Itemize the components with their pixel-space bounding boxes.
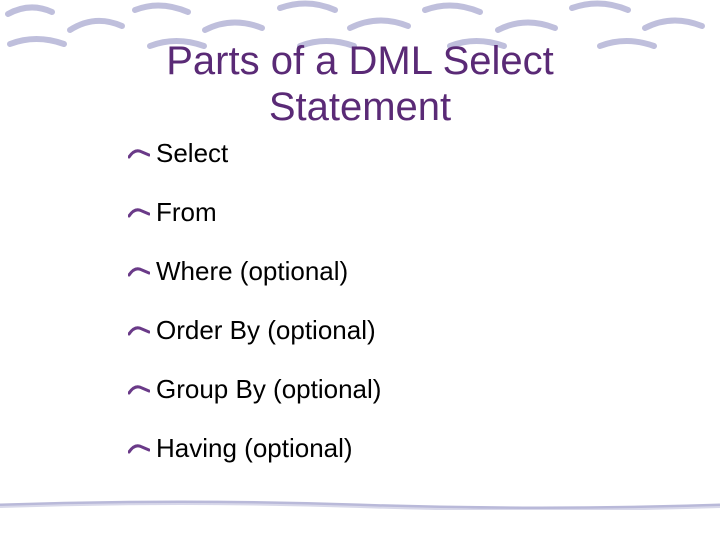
list-item-text: Where (optional) <box>156 256 628 287</box>
list-item-text: Having (optional) <box>156 433 628 464</box>
slide: Parts of a DML Select Statement Select F… <box>0 0 720 540</box>
bottom-line-icon <box>0 500 720 510</box>
slide-title: Parts of a DML Select Statement <box>0 38 720 130</box>
list-item-text: Select <box>156 138 628 169</box>
list-item: From <box>128 197 628 228</box>
title-line-1: Parts of a DML Select <box>166 39 554 83</box>
list-item-text: From <box>156 197 628 228</box>
list-item-text: Group By (optional) <box>156 374 628 405</box>
list-item: Group By (optional) <box>128 374 628 405</box>
bullet-swoosh-icon <box>128 142 156 166</box>
list-item-text: Order By (optional) <box>156 315 628 346</box>
list-item: Order By (optional) <box>128 315 628 346</box>
bullet-swoosh-icon <box>128 437 156 461</box>
bullet-swoosh-icon <box>128 378 156 402</box>
list-item: Having (optional) <box>128 433 628 464</box>
bullet-swoosh-icon <box>128 319 156 343</box>
title-line-2: Statement <box>269 85 451 129</box>
list-item: Where (optional) <box>128 256 628 287</box>
list-item: Select <box>128 138 628 169</box>
bullet-list: Select From Where (optional) Order By (o… <box>128 138 628 492</box>
bottom-decorative-border <box>0 500 720 510</box>
bullet-swoosh-icon <box>128 260 156 284</box>
bullet-swoosh-icon <box>128 201 156 225</box>
